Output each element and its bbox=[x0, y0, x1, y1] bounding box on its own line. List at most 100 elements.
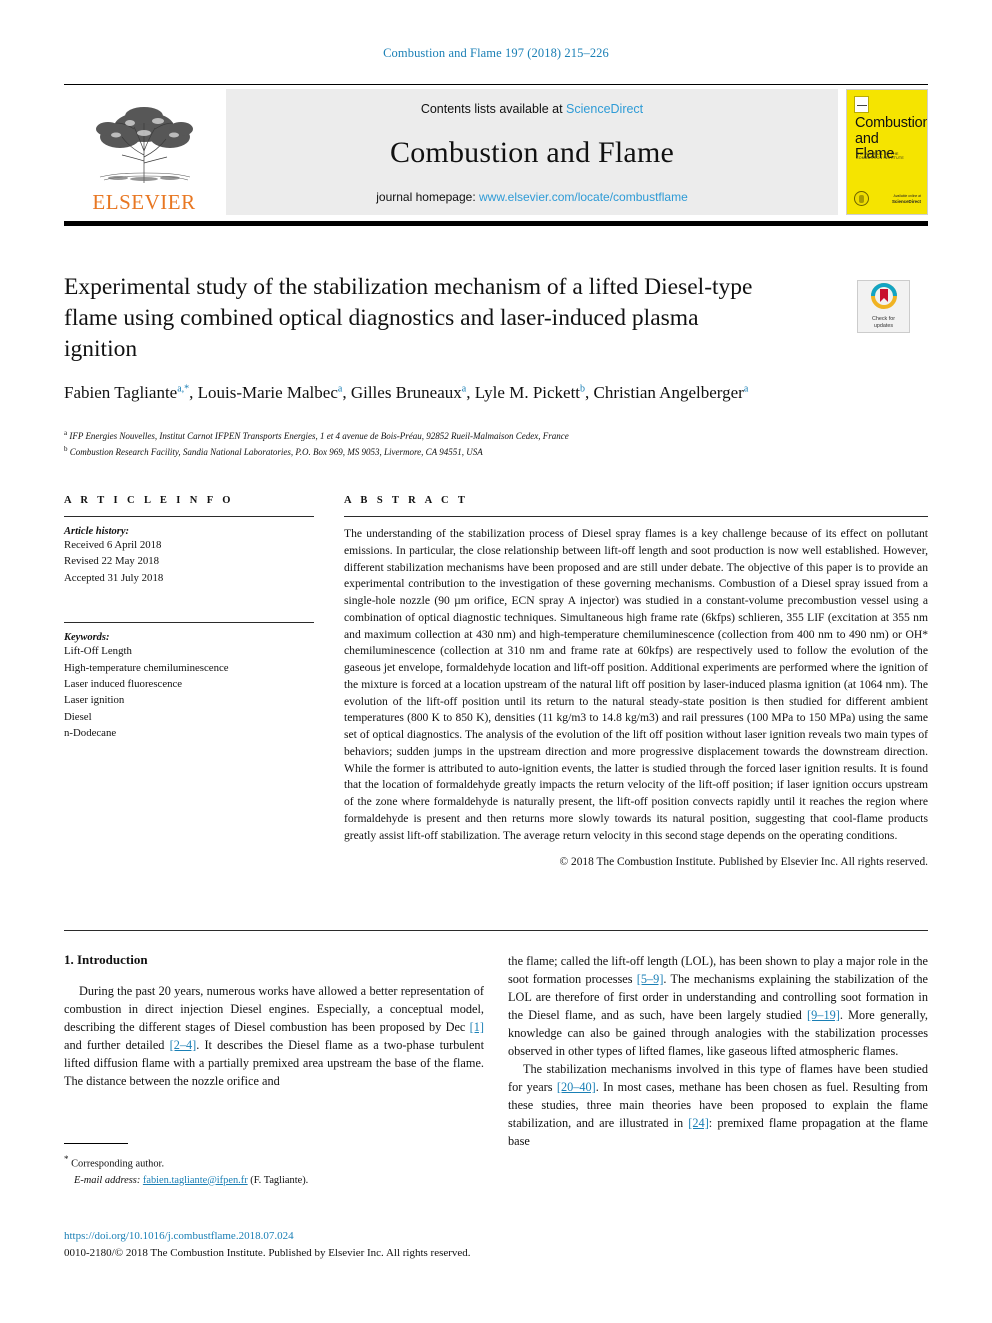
citation-link[interactable]: [24] bbox=[688, 1116, 709, 1130]
masthead-top-rule bbox=[64, 84, 928, 85]
article-history-label: Article history: bbox=[64, 526, 130, 537]
affiliation-marker: a bbox=[64, 429, 68, 437]
keywords-rule bbox=[64, 622, 314, 624]
email-label: E-mail address: bbox=[74, 1174, 141, 1186]
email-suffix: (F. Tagliante). bbox=[250, 1174, 309, 1186]
article-history-item: Received 6 April 2018 bbox=[64, 539, 162, 551]
cover-footer-brand: ScienceDirect bbox=[891, 199, 921, 205]
keyword-item: High-temperature chemiluminescence bbox=[64, 661, 229, 674]
citation-link[interactable]: [9–19] bbox=[807, 1008, 840, 1022]
article-history-item: Accepted 31 July 2018 bbox=[64, 571, 164, 584]
elsevier-tree-icon bbox=[78, 99, 210, 191]
corresponding-marker: * bbox=[64, 1154, 69, 1164]
sciencedirect-link[interactable]: ScienceDirect bbox=[566, 102, 643, 116]
author-affiliation-marker[interactable]: a,* bbox=[177, 383, 189, 394]
cover-subtitle: THE JOURNAL OF THE COMBUSTION INSTITUTE bbox=[856, 152, 904, 160]
affiliation-text: IFP Energies Nouvelles, Institut Carnot … bbox=[69, 431, 569, 441]
elsevier-wordmark: ELSEVIER bbox=[92, 190, 196, 214]
email-note: E-mail address: fabien.tagliante@ifpen.f… bbox=[64, 1173, 484, 1189]
abstract-copyright: © 2018 The Combustion Institute. Publish… bbox=[559, 856, 928, 869]
paper-page: Combustion and Flame 197 (2018) 215–226 bbox=[0, 0, 992, 1323]
elsevier-logo: ELSEVIER bbox=[64, 89, 224, 215]
keyword-item: Laser ignition bbox=[64, 694, 125, 707]
paragraph-text: and further detailed bbox=[64, 1038, 170, 1052]
paragraph: During the past 20 years, numerous works… bbox=[64, 982, 484, 1090]
email-link[interactable]: fabien.tagliante@ifpen.fr bbox=[143, 1175, 248, 1186]
body-separator-rule bbox=[64, 930, 928, 931]
journal-homepage-prefix: journal homepage: bbox=[376, 190, 479, 204]
running-head: Combustion and Flame 197 (2018) 215–226 bbox=[383, 46, 609, 60]
paragraph: the flame; called the lift-off length (L… bbox=[508, 952, 928, 1060]
abstract-column: A B S T R A C T The understanding of the… bbox=[344, 495, 928, 868]
author-affiliation-marker[interactable]: a bbox=[462, 383, 466, 394]
crossmark-badge[interactable]: Check for updates bbox=[857, 280, 910, 333]
crossmark-icon bbox=[870, 283, 897, 314]
affiliation-item: b Combustion Research Facility, Sandia N… bbox=[64, 444, 924, 460]
paragraph-text: During the past 20 years, numerous works… bbox=[64, 984, 484, 1034]
crossmark-label-line1: Check for bbox=[871, 316, 896, 323]
journal-masthead: ELSEVIER Contents lists available at Sci… bbox=[64, 84, 928, 226]
author-affiliation-marker[interactable]: a bbox=[338, 383, 342, 394]
body-right-column: the flame; called the lift-off length (L… bbox=[508, 952, 928, 1150]
crossmark-label-line2: updates bbox=[873, 323, 894, 329]
journal-cover-thumbnail: Combustion and Flame THE JOURNAL OF THE … bbox=[846, 89, 928, 215]
contents-panel: Contents lists available at ScienceDirec… bbox=[226, 89, 838, 215]
author-entry: Louis-Marie Malbeca bbox=[198, 383, 343, 402]
journal-title: Combustion and Flame bbox=[390, 136, 674, 169]
author-name: Lyle M. Pickett bbox=[474, 383, 581, 402]
author-list: Fabien Tagliantea,*, Louis-Marie Malbeca… bbox=[64, 383, 749, 402]
author-affiliation-marker[interactable]: b bbox=[580, 383, 585, 394]
keyword-item: Diesel bbox=[64, 710, 92, 723]
cover-elsevier-icon bbox=[854, 96, 869, 113]
crossmark-label: Check for updates bbox=[872, 316, 895, 330]
author-name: Louis-Marie Malbec bbox=[197, 383, 338, 402]
keyword-item: n-Dodecane bbox=[64, 727, 117, 740]
keyword-item: Laser induced fluorescence bbox=[64, 678, 183, 691]
keywords-label: Keywords: bbox=[64, 632, 110, 644]
author-name: Christian Angelberger bbox=[593, 383, 744, 402]
journal-homepage-link[interactable]: www.elsevier.com/locate/combustflame bbox=[479, 190, 688, 204]
footnote-rule bbox=[64, 1143, 128, 1144]
page-footer: https://doi.org/10.1016/j.combustflame.2… bbox=[64, 1228, 664, 1261]
cover-seal-icon bbox=[854, 191, 869, 206]
issn-copyright-line: 0010-2180/© 2018 The Combustion Institut… bbox=[64, 1246, 471, 1259]
author-affiliation-marker[interactable]: a bbox=[744, 383, 748, 394]
author-name: Gilles Bruneaux bbox=[350, 383, 462, 402]
citation-link[interactable]: [1] bbox=[470, 1020, 484, 1034]
cover-footer: Available online at ScienceDirect bbox=[892, 194, 921, 206]
page-title: Experimental study of the stabilization … bbox=[64, 274, 753, 363]
paragraph: The stabilization mechanisms involved in… bbox=[508, 1060, 928, 1150]
abstract-text: The understanding of the stabilization p… bbox=[344, 527, 928, 842]
author-entry: Lyle M. Pickettb bbox=[475, 383, 585, 402]
author-entry: Christian Angelbergera bbox=[594, 383, 749, 402]
article-history-item: Revised 22 May 2018 bbox=[64, 555, 160, 568]
body-left-column: 1. Introduction During the past 20 years… bbox=[64, 952, 484, 1090]
title-block: Experimental study of the stabilization … bbox=[64, 272, 928, 365]
cover-footer-small: Available online at bbox=[893, 194, 921, 199]
abstract-heading: A B S T R A C T bbox=[344, 495, 469, 506]
article-info-rule bbox=[64, 516, 314, 517]
doi-link[interactable]: https://doi.org/10.1016/j.combustflame.2… bbox=[64, 1228, 664, 1245]
citation-link[interactable]: [20–40] bbox=[557, 1080, 596, 1094]
citation-link[interactable]: [2–4] bbox=[170, 1038, 197, 1052]
contents-available-prefix: Contents lists available at bbox=[420, 102, 567, 116]
author-name: Fabien Tagliante bbox=[64, 383, 178, 402]
citation-link[interactable]: [5–9] bbox=[637, 972, 664, 986]
affiliation-list: a IFP Energies Nouvelles, Institut Carno… bbox=[64, 428, 924, 459]
masthead-bottom-rule bbox=[64, 221, 928, 226]
article-info-heading: A R T I C L E I N F O bbox=[64, 495, 234, 506]
article-info-column: A R T I C L E I N F O Article history: R… bbox=[64, 495, 314, 742]
journal-homepage-line: journal homepage: www.elsevier.com/locat… bbox=[376, 190, 688, 204]
affiliation-item: a IFP Energies Nouvelles, Institut Carno… bbox=[64, 428, 924, 444]
affiliation-text: Combustion Research Facility, Sandia Nat… bbox=[69, 446, 483, 457]
corresponding-text: Corresponding author. bbox=[71, 1158, 165, 1170]
author-entry: Gilles Bruneauxa bbox=[351, 383, 466, 402]
affiliation-marker: b bbox=[64, 444, 68, 453]
cover-title-line1: Combustion bbox=[855, 115, 928, 131]
abstract-rule bbox=[344, 516, 928, 517]
author-entry: Fabien Tagliantea,* bbox=[64, 383, 189, 402]
section-heading-introduction: 1. Introduction bbox=[64, 952, 148, 967]
contents-available-line: Contents lists available at ScienceDirec… bbox=[421, 102, 643, 116]
footnote-block: * Corresponding author. E-mail address: … bbox=[64, 1143, 484, 1189]
